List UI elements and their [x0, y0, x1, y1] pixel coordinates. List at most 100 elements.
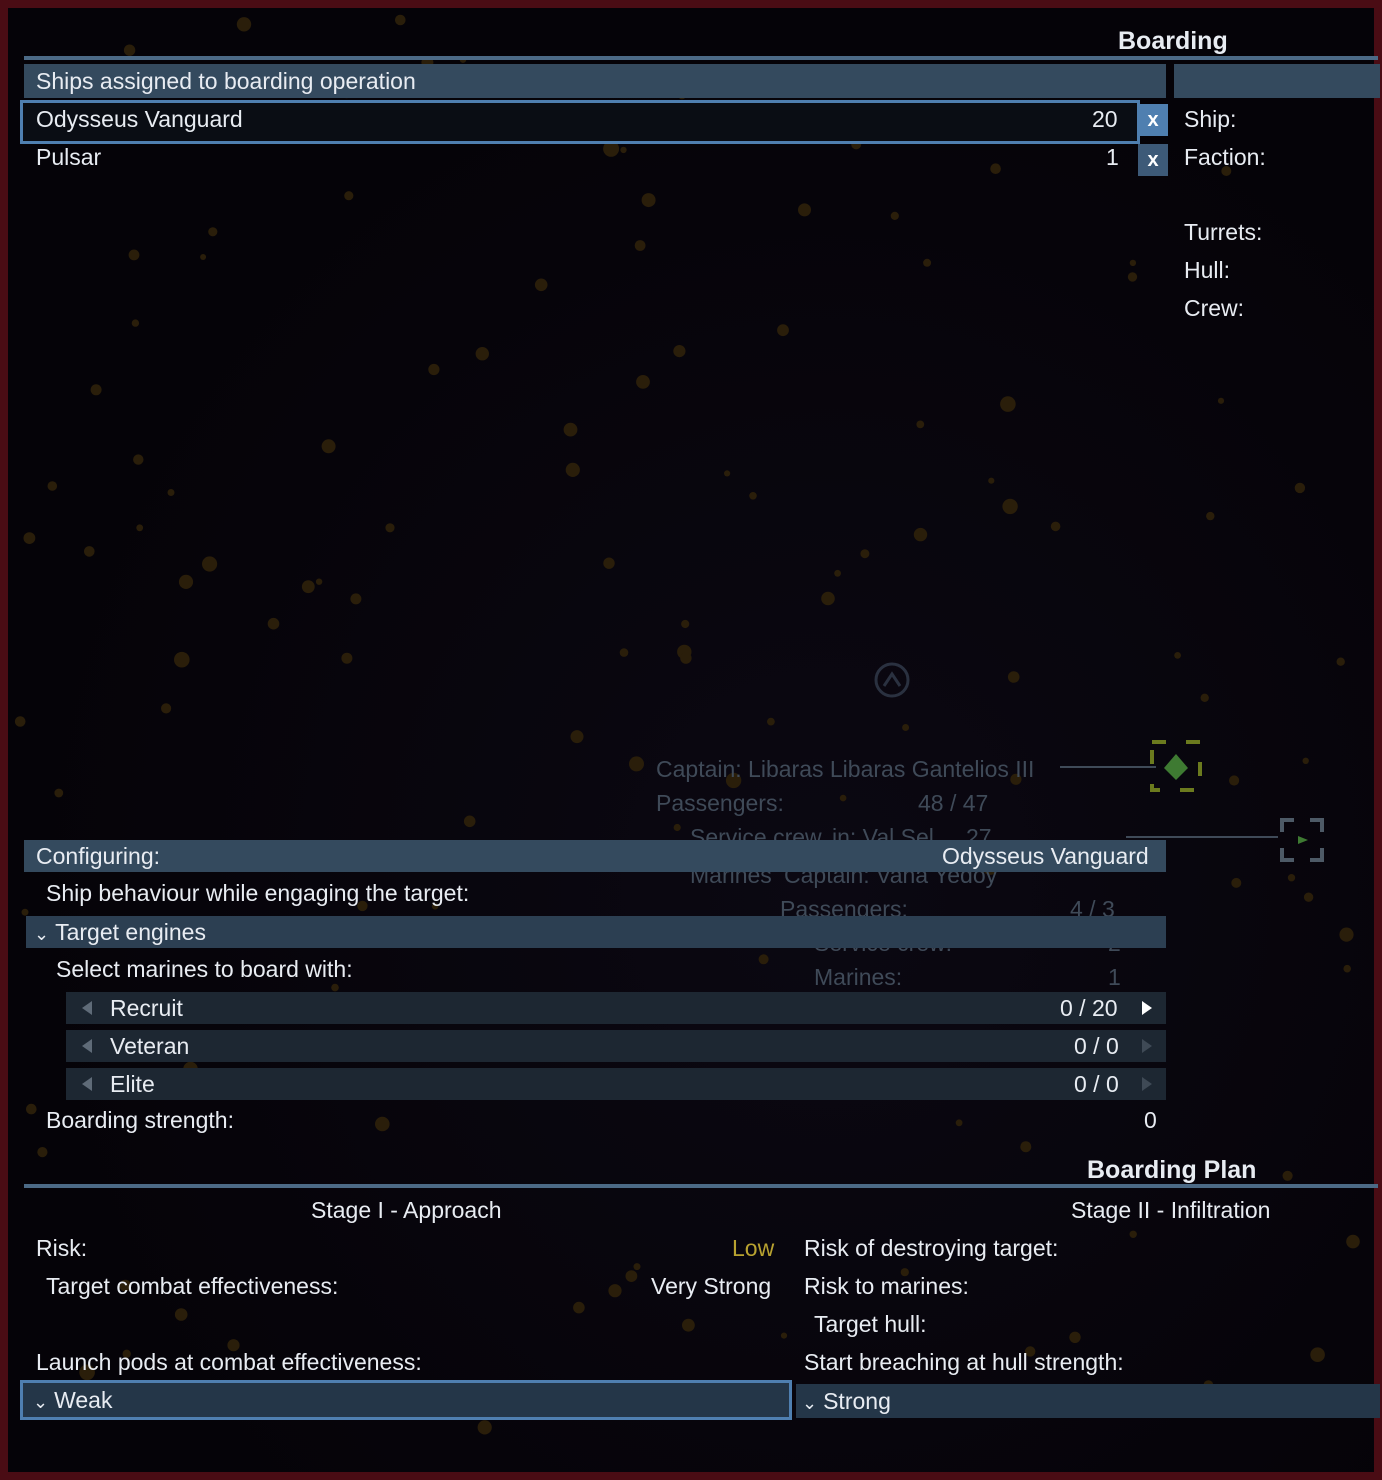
background-dot — [202, 556, 218, 572]
background-dot — [1229, 775, 1240, 786]
background-dot — [341, 652, 353, 664]
background-dot — [1343, 964, 1351, 973]
background-dot — [47, 481, 58, 491]
background-dot — [1294, 482, 1306, 494]
background-dot — [90, 384, 102, 396]
background-dot — [573, 1301, 585, 1314]
background-dot — [798, 203, 811, 217]
background-dot — [1174, 652, 1181, 659]
background-dot — [767, 717, 775, 726]
background-dot — [1050, 521, 1061, 532]
combat-effectiveness-label: Target combat effectiveness: — [46, 1273, 339, 1299]
background-dot — [641, 193, 656, 208]
map-passengers-label: Passengers: — [656, 790, 784, 816]
background-dot — [375, 1116, 390, 1132]
boarding-strength-value: 0 — [1144, 1107, 1157, 1133]
background-dot — [14, 716, 26, 727]
target-info-header-bar — [1174, 64, 1380, 98]
background-dot — [780, 1332, 788, 1339]
ship-info-label: Ship: — [1184, 106, 1237, 132]
background-dot — [603, 557, 615, 569]
destroy-risk-label: Risk of destroying target: — [804, 1235, 1059, 1261]
map-ship-marker-icon[interactable] — [1146, 736, 1206, 796]
title-divider — [24, 56, 1378, 60]
assigned-header: Ships assigned to boarding operation — [36, 68, 416, 94]
background-dot — [1346, 1234, 1360, 1249]
background-dot — [1206, 511, 1215, 521]
background-dot — [633, 1263, 641, 1271]
ship-count: 1 — [1106, 144, 1119, 170]
background-dot — [174, 1308, 188, 1321]
ship-name: Odysseus Vanguard — [36, 106, 243, 132]
background-dot — [834, 569, 841, 577]
background-dot — [619, 648, 629, 657]
background-dot — [1129, 259, 1137, 267]
background-dot — [1129, 1230, 1137, 1239]
decrease-arrow-icon[interactable] — [82, 1077, 92, 1091]
faction-info-label: Faction: — [1184, 144, 1266, 170]
background-dot — [749, 492, 757, 500]
increase-arrow-icon[interactable] — [1142, 1001, 1152, 1015]
increase-arrow-icon[interactable] — [1142, 1077, 1152, 1091]
background-dot — [634, 240, 646, 251]
background-dot — [475, 347, 489, 361]
background-dot — [860, 549, 870, 559]
background-dot — [84, 546, 95, 557]
remove-ship-button[interactable]: x — [1138, 144, 1168, 176]
background-dot — [563, 422, 578, 437]
breach-dropdown[interactable]: ⌄ Strong — [796, 1384, 1380, 1418]
combat-effectiveness-value: Very Strong — [651, 1273, 772, 1299]
background-dot — [267, 617, 280, 630]
background-dot — [1007, 671, 1020, 683]
chevron-down-icon: ⌄ — [802, 1393, 818, 1413]
background-dot — [625, 1270, 638, 1282]
configuring-ship-name: Odysseus Vanguard — [942, 843, 1149, 869]
background-dot — [1069, 1331, 1081, 1344]
map-connector-line — [1060, 766, 1156, 768]
background-dot — [1310, 1347, 1325, 1362]
map-captain-label: Captain: Libaras Libaras Gantelios III — [656, 756, 1035, 782]
turrets-info-label: Turrets: — [1184, 219, 1263, 245]
ship-row[interactable] — [24, 142, 1134, 176]
background-dot — [1127, 272, 1138, 282]
background-dot — [128, 249, 140, 261]
background-dot — [26, 1103, 37, 1115]
background-dot — [681, 619, 690, 629]
marine-row-recruit — [66, 992, 1166, 1024]
background-dot — [1303, 892, 1314, 902]
risk-value: Low — [732, 1235, 775, 1261]
behaviour-dropdown[interactable]: ⌄ Target engines — [26, 916, 1166, 948]
chevron-down-icon: ⌄ — [34, 924, 50, 944]
background-dot — [136, 524, 144, 532]
background-dot — [1000, 396, 1016, 412]
map-target-marker-icon[interactable] — [1278, 816, 1326, 864]
background-dot — [758, 954, 769, 965]
marine-type-label: Elite — [110, 1071, 155, 1097]
plan-divider — [24, 1184, 1378, 1188]
background-dot — [913, 527, 928, 542]
background-dot — [636, 375, 650, 389]
background-dot — [629, 756, 644, 772]
increase-arrow-icon[interactable] — [1142, 1039, 1152, 1053]
background-dot — [321, 439, 336, 454]
decrease-arrow-icon[interactable] — [82, 1039, 92, 1053]
remove-ship-button[interactable]: x — [1138, 104, 1168, 136]
launch-pods-dropdown[interactable]: ⌄ Weak — [20, 1380, 792, 1420]
background-dot — [1336, 657, 1345, 666]
background-dot — [916, 420, 925, 429]
background-dot — [1339, 927, 1354, 942]
background-dot — [344, 191, 354, 201]
background-dot — [23, 532, 36, 544]
background-dot — [955, 1119, 963, 1127]
stage2-title: Stage II - Infiltration — [1071, 1197, 1271, 1223]
marine-count: 0 / 20 — [1060, 995, 1118, 1021]
background-dot — [428, 363, 440, 376]
marines-select-label: Select marines to board with: — [56, 956, 353, 982]
background-dot — [1002, 498, 1018, 515]
background-dot — [1217, 397, 1225, 404]
decrease-arrow-icon[interactable] — [82, 1001, 92, 1015]
marine-row-elite — [66, 1068, 1166, 1100]
background-dot — [236, 17, 252, 32]
background-dot — [839, 794, 847, 802]
chevron-down-icon: ⌄ — [33, 1392, 49, 1412]
